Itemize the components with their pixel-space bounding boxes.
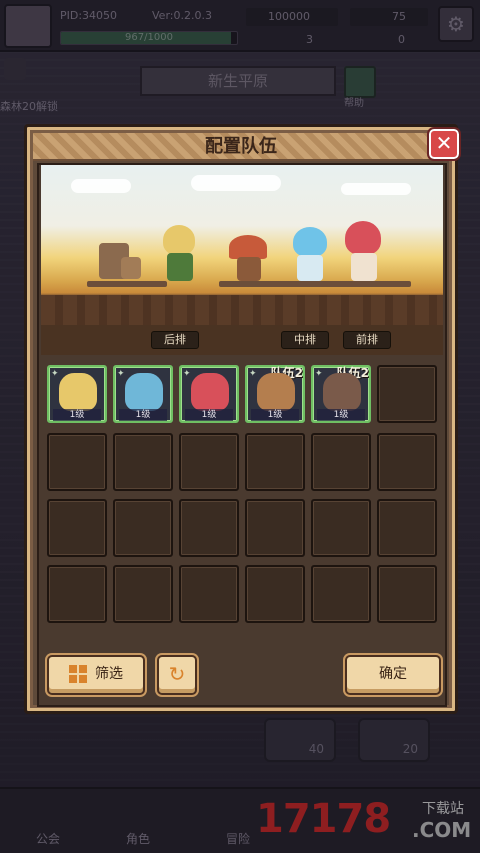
roster-slot[interactable]: ✦ 1级 — [47, 365, 107, 423]
roster-grid: ✦ 1级 ✦ 1级 ✦ 1级 ✦ 队伍2 1级 ✦ 队伍2 1级 — [47, 365, 439, 631]
grid-icon — [69, 665, 87, 683]
empty-roster-slot — [47, 499, 107, 557]
formation-scene — [41, 165, 443, 325]
team-config-dialog: 配置队伍 ✕ 后排 中排 前排 ✦ 1级 ✦ 1级 ✦ 1级 ✦ 队伍2 1级 … — [24, 124, 461, 714]
middle-row-label: 中排 — [281, 331, 329, 349]
roster-slot[interactable]: ✦ 队伍2 1级 — [245, 365, 305, 423]
refresh-button[interactable]: ↻ — [157, 655, 197, 695]
cloud — [191, 175, 281, 191]
dialog-title: 配置队伍 — [205, 136, 277, 157]
empty-roster-slot — [47, 565, 107, 623]
cloud — [71, 179, 131, 193]
dialog-header: 配置队伍 — [33, 133, 449, 161]
empty-roster-slot — [113, 433, 173, 491]
confirm-label: 确定 — [379, 666, 407, 682]
dialog-body: 后排 中排 前排 ✦ 1级 ✦ 1级 ✦ 1级 ✦ 队伍2 1级 ✦ 队伍2 1… — [37, 163, 447, 707]
back-row-stand — [87, 281, 167, 287]
star-icon: ✦ — [249, 369, 257, 379]
empty-roster-slot — [179, 565, 239, 623]
ground — [41, 295, 443, 325]
hero-level: 1级 — [135, 410, 151, 420]
hero-portrait — [191, 373, 229, 411]
roster-slot[interactable]: ✦ 队伍2 1级 — [311, 365, 371, 423]
filter-label: 筛选 — [95, 666, 123, 682]
empty-roster-slot — [47, 433, 107, 491]
refresh-icon: ↻ — [168, 662, 186, 686]
hero-bluecat-front-row — [287, 227, 333, 283]
hero-level: 1级 — [201, 410, 217, 420]
roster-slot[interactable]: ✦ 1级 — [179, 365, 239, 423]
hero-blonde-back-row — [157, 225, 203, 283]
empty-roster-slot — [377, 433, 437, 491]
empty-roster-slot — [377, 365, 437, 423]
front-row-label: 前排 — [343, 331, 391, 349]
hero-helmet-middle-row — [227, 235, 271, 283]
formation-row-labels: 后排 中排 前排 — [41, 325, 443, 355]
hero-level: 1级 — [333, 410, 349, 420]
star-icon: ✦ — [315, 369, 323, 379]
hero-portrait — [59, 373, 97, 411]
empty-roster-slot — [377, 565, 437, 623]
empty-roster-slot — [245, 565, 305, 623]
empty-roster-slot — [179, 433, 239, 491]
star-icon: ✦ — [51, 369, 59, 379]
close-button[interactable]: ✕ — [427, 127, 461, 161]
empty-roster-slot — [377, 499, 437, 557]
back-row-label: 后排 — [151, 331, 199, 349]
hero-portrait — [125, 373, 163, 411]
filter-button[interactable]: 筛选 — [47, 655, 145, 695]
star-icon: ✦ — [183, 369, 191, 379]
hero-redcat-front-row — [339, 221, 387, 283]
hero-level: 1级 — [69, 410, 85, 420]
hero-level: 1级 — [267, 410, 283, 420]
empty-roster-slot — [113, 499, 173, 557]
confirm-button[interactable]: 确定 — [345, 655, 441, 695]
cloud — [341, 183, 411, 195]
empty-roster-slot — [311, 433, 371, 491]
roster-slot[interactable]: ✦ 1级 — [113, 365, 173, 423]
empty-roster-slot — [245, 499, 305, 557]
empty-roster-slot — [113, 565, 173, 623]
empty-roster-slot — [311, 565, 371, 623]
hero-portrait — [323, 373, 361, 411]
star-icon: ✦ — [117, 369, 125, 379]
empty-roster-slot — [311, 499, 371, 557]
pack-supplies-icon — [99, 235, 141, 281]
empty-roster-slot — [179, 499, 239, 557]
hero-portrait — [257, 373, 295, 411]
empty-roster-slot — [245, 433, 305, 491]
